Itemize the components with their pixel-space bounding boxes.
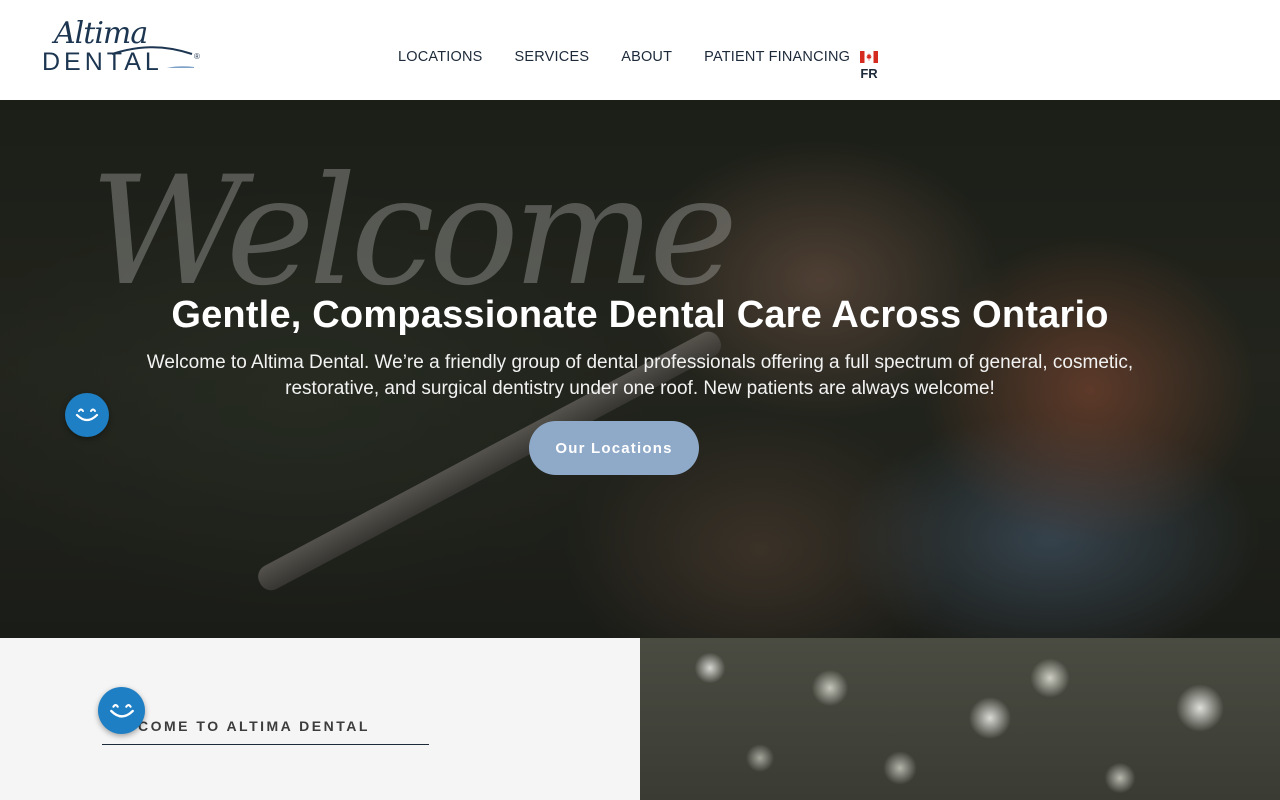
nav-item-locations[interactable]: LOCATIONS	[398, 49, 483, 65]
main-nav: LOCATIONS SERVICES ABOUT PATIENT FINANCI…	[398, 49, 882, 65]
logo-wordmark: DENTAL	[42, 48, 163, 76]
language-label: FR	[860, 66, 878, 81]
smile-widget-button[interactable]	[65, 393, 109, 437]
bokeh-image	[640, 638, 1280, 800]
smile-icon	[109, 703, 134, 718]
logo-registered-mark: ®	[194, 52, 200, 61]
language-switch[interactable]: FR	[859, 51, 879, 81]
hero-section: Welcome Gentle, Compassionate Dental Car…	[0, 100, 1280, 638]
hero-welcome-script: Welcome	[90, 145, 738, 319]
canada-flag-icon	[860, 51, 878, 63]
smile-widget-button-2[interactable]	[98, 687, 145, 734]
smile-icon	[75, 408, 99, 422]
our-locations-button[interactable]: Our Locations	[529, 421, 699, 475]
nav-item-about[interactable]: ABOUT	[621, 49, 672, 65]
nav-item-patient-financing[interactable]: PATIENT FINANCING	[704, 49, 850, 65]
altima-dental-logo[interactable]: Altima DENTAL ®	[42, 16, 207, 80]
intro-divider	[102, 744, 429, 745]
intro-heading: COME TO ALTIMA DENTAL	[138, 718, 370, 734]
nav-item-services[interactable]: SERVICES	[515, 49, 590, 65]
site-header: Altima DENTAL ® LOCATIONS SERVICES ABOUT…	[0, 0, 1280, 100]
hero-title: Gentle, Compassionate Dental Care Across…	[171, 294, 1109, 336]
intro-section: COME TO ALTIMA DENTAL	[0, 638, 640, 800]
hero-subtitle: Welcome to Altima Dental. We’re a friend…	[146, 352, 1134, 399]
